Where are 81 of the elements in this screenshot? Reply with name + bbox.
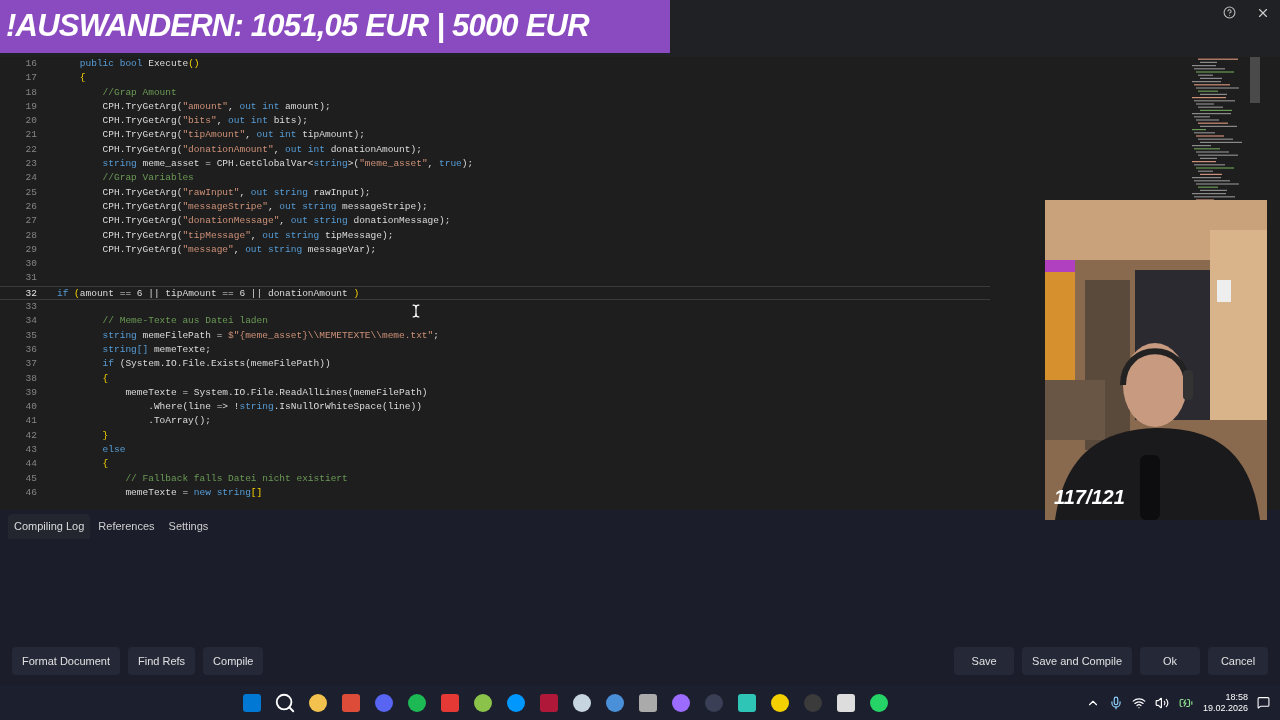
line-number: 24 [24,171,38,186]
action-button[interactable]: Save [954,646,1015,675]
wifi-icon[interactable] [1131,695,1146,710]
code-line: CPH.TryGetArg("amount", out int amount); [101,99,331,114]
code-line: if (System.IO.File.Exists(memeFilePath)) [101,357,331,372]
line-number: 25 [24,185,38,200]
code-line: CPH.TryGetArg("messageStripe", out string messageStripe); [101,199,428,214]
line-number: 42 [24,428,38,443]
code-line: memeTexte = new string[] [124,485,263,500]
code-line: else [101,443,126,457]
line-number: 37 [24,357,38,372]
line-number: 16 [24,57,38,71]
code-line: CPH.TryGetArg("message", out string messageVar); [101,242,377,257]
action-button[interactable]: Find Refs [128,646,196,675]
line-number: 27 [24,214,38,229]
notification-icon[interactable] [1257,696,1270,709]
code-line: //Grap Variables [101,171,194,186]
line-number: 30 [24,257,38,272]
code-line: CPH.TryGetArg("tipMessage", out string tipMessage); [101,228,394,243]
line-number: 44 [24,457,38,472]
code-line: { [101,371,109,386]
line-number: 18 [24,85,38,100]
line-number: 19 [24,99,38,114]
action-button[interactable]: Compile [203,646,264,675]
code-line: // Meme-Texte aus Datei laden [101,314,268,329]
code-line: } [101,428,109,443]
scrollbar-thumb[interactable] [1250,57,1260,103]
code-line: string memeFilePath = $"{meme_asset}\\MEMETEXTE\\meme.txt"; [101,328,439,343]
action-button[interactable]: Cancel [1208,646,1268,675]
code-line: string[] memeTexte; [101,342,211,357]
speaker-icon[interactable] [1154,695,1169,710]
line-number: 22 [24,142,38,157]
code-line: public bool Execute() [78,57,200,71]
line-number: 34 [24,314,38,329]
line-number: 32 [24,286,38,300]
goal-banner: !AUSWANDERN: 1051,05 EUR | 5000 EUR [0,0,670,53]
code-line: CPH.TryGetArg("donationMessage", out string donationMessage); [101,214,451,229]
code-line: { [78,71,86,86]
code-line: string meme_asset = CPH.GetGlobalVar<string>("meme_asset", true); [101,157,474,172]
close-icon[interactable] [1256,6,1270,20]
code-line: if (amount == 6 || tipAmount == 6 || donationAmount ) [57,286,360,300]
code-line: CPH.TryGetArg("donationAmount", out int donationAmount); [101,142,422,157]
line-number: 29 [24,242,38,257]
line-number: 17 [24,71,38,86]
line-number: 43 [24,443,38,457]
line-number: 36 [24,342,38,357]
counter-overlay: 117/121 [1054,485,1125,510]
line-number: 40 [24,400,38,415]
line-number: 23 [24,157,38,172]
line-number: 35 [24,328,38,343]
code-line: memeTexte = System.IO.File.ReadAllLines(memeFilePath) [124,385,428,400]
clock-date[interactable]: 19.02.2026 [1202,702,1248,714]
code-line: CPH.TryGetArg("rawInput", out string rawInput); [101,185,371,200]
search-icon[interactable] [274,691,297,714]
code-line: CPH.TryGetArg("tipAmount", out int tipAmount); [101,128,365,143]
line-number: 45 [24,471,38,486]
line-number: 33 [24,300,38,315]
line-number: 28 [24,228,38,243]
line-number: 26 [24,199,38,214]
clock-time[interactable]: 18:58 [1225,691,1248,703]
line-number: 39 [24,385,38,400]
code-line: //Grap Amount [101,85,177,100]
code-line: .Where(line => !string.IsNullOrWhiteSpace(line)) [147,400,422,415]
panel-tab[interactable]: References [92,514,161,539]
line-number: 20 [24,114,38,129]
panel-tab[interactable]: Settings [162,514,215,539]
code-line: // Fallback falls Datei nicht existiert [124,471,348,486]
line-number: 41 [24,414,38,429]
microphone-icon[interactable] [1108,695,1123,710]
action-button[interactable]: Save and Compile [1022,646,1132,675]
line-number: 31 [24,271,38,286]
action-button[interactable]: Ok [1140,646,1200,675]
line-number: 38 [24,371,38,386]
code-line: { [101,457,109,472]
action-button[interactable]: Format Document [12,646,121,675]
panel-tab[interactable]: Compiling Log [8,514,91,539]
line-number: 21 [24,128,38,143]
code-line: .ToArray(); [147,414,211,429]
code-line: CPH.TryGetArg("bits", out int bits); [101,114,308,129]
line-number: 46 [24,485,38,500]
help-icon[interactable] [1223,6,1236,19]
